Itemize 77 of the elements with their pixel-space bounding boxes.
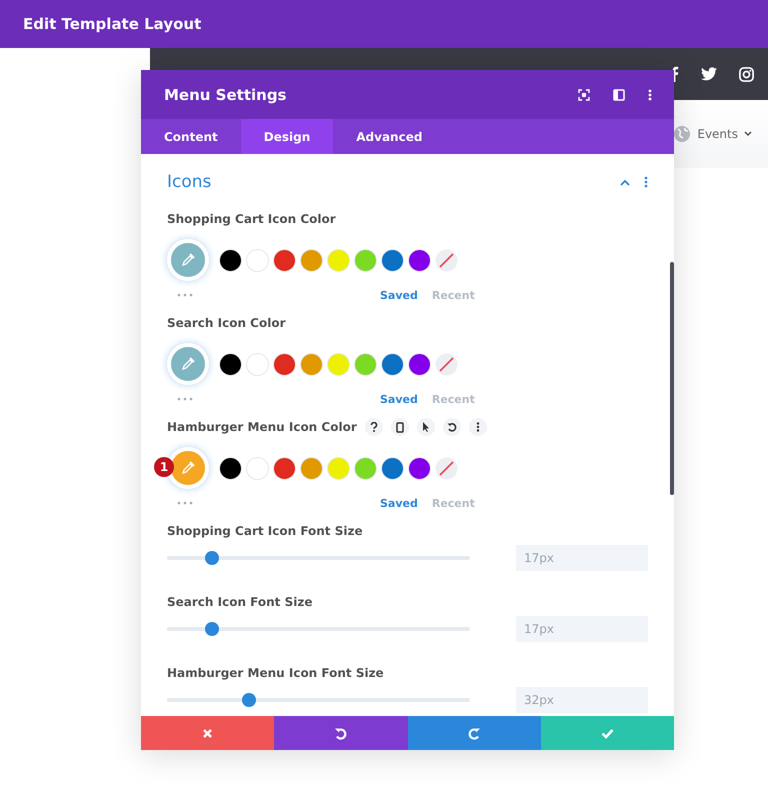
color-swatch[interactable]: [327, 456, 350, 480]
slider-track[interactable]: [167, 622, 470, 636]
recent-tab[interactable]: Recent: [424, 496, 482, 510]
saved-tab[interactable]: Saved: [373, 392, 425, 406]
slider-thumb[interactable]: [205, 551, 220, 565]
color-swatch[interactable]: [300, 456, 323, 480]
color-swatch[interactable]: [300, 248, 323, 272]
color-swatch[interactable]: [408, 456, 431, 480]
chevron-down-icon: [744, 131, 752, 137]
nav-link[interactable]: Events: [697, 127, 738, 141]
field-label: Shopping Cart Icon Color: [167, 212, 336, 226]
value-input[interactable]: 17px: [516, 545, 648, 571]
field-label: Hamburger Menu Icon Color: [167, 420, 357, 434]
color-swatch[interactable]: [327, 352, 350, 376]
bird-icon[interactable]: [701, 67, 717, 81]
color-swatch[interactable]: [327, 248, 350, 272]
color-swatch[interactable]: [381, 352, 404, 376]
color-swatch[interactable]: [219, 456, 242, 480]
eyedropper-icon: [180, 460, 196, 476]
color-swatch[interactable]: [381, 248, 404, 272]
cursor-icon[interactable]: [416, 418, 435, 436]
color-swatch[interactable]: [246, 352, 269, 376]
color-swatch[interactable]: [354, 456, 377, 480]
color-swatch[interactable]: [246, 248, 269, 272]
saved-tab[interactable]: Saved: [373, 496, 425, 510]
no-color-icon[interactable]: [435, 248, 458, 272]
more-icon[interactable]: [468, 418, 487, 436]
section-title[interactable]: Icons: [167, 172, 212, 192]
no-color-icon[interactable]: [435, 352, 458, 376]
slider-track[interactable]: [167, 551, 470, 565]
color-swatch[interactable]: [381, 456, 404, 480]
page-title: Edit Template Layout: [23, 15, 202, 33]
color-swatch[interactable]: [219, 248, 242, 272]
value-input[interactable]: 17px: [516, 616, 648, 642]
help-icon[interactable]: [364, 418, 383, 436]
color-swatch[interactable]: [408, 352, 431, 376]
field-label: Search Icon Font Size: [167, 595, 312, 609]
chevron-up-icon[interactable]: [620, 178, 630, 186]
color-swatch[interactable]: [246, 456, 269, 480]
phone-icon[interactable]: [390, 418, 409, 436]
tab[interactable]: Design: [240, 119, 334, 154]
modal-title: Menu Settings: [164, 86, 286, 104]
columns-icon[interactable]: [613, 88, 625, 100]
color-swatch[interactable]: [273, 248, 296, 272]
color-swatch[interactable]: [219, 352, 242, 376]
recent-tab[interactable]: Recent: [424, 392, 482, 406]
field-label: Shopping Cart Icon Font Size: [167, 524, 363, 538]
scrollbar[interactable]: [670, 262, 674, 495]
notification-badge: 1: [154, 457, 174, 477]
field-label: Hamburger Menu Icon Font Size: [167, 666, 384, 680]
more-icon[interactable]: [648, 88, 652, 100]
eyedropper-icon: [180, 356, 196, 372]
slider-thumb[interactable]: [242, 693, 256, 707]
slider-track[interactable]: [167, 693, 470, 707]
color-swatch[interactable]: [408, 248, 431, 272]
tab[interactable]: Advanced: [333, 119, 446, 154]
value-input[interactable]: 32px: [516, 687, 648, 713]
check-icon: [600, 728, 614, 738]
color-swatch[interactable]: [300, 352, 323, 376]
color-swatch[interactable]: [354, 352, 377, 376]
no-color-icon[interactable]: [435, 456, 458, 480]
recent-tab[interactable]: Recent: [424, 288, 482, 302]
fullscreen-icon[interactable]: [578, 88, 590, 100]
tab[interactable]: Content: [141, 119, 241, 154]
eyedropper-icon: [180, 252, 196, 268]
globe-icon: [673, 125, 692, 143]
saved-tab[interactable]: Saved: [373, 288, 425, 302]
slider-thumb[interactable]: [205, 622, 220, 636]
undo-icon: [334, 726, 348, 740]
redo-icon: [468, 726, 481, 740]
field-label: Search Icon Color: [167, 316, 286, 330]
color-swatch[interactable]: [354, 248, 377, 272]
close-icon: [202, 728, 214, 738]
camera-icon[interactable]: [739, 66, 754, 82]
reset-icon[interactable]: [442, 418, 461, 436]
color-swatch[interactable]: [273, 352, 296, 376]
color-swatch[interactable]: [273, 456, 296, 480]
